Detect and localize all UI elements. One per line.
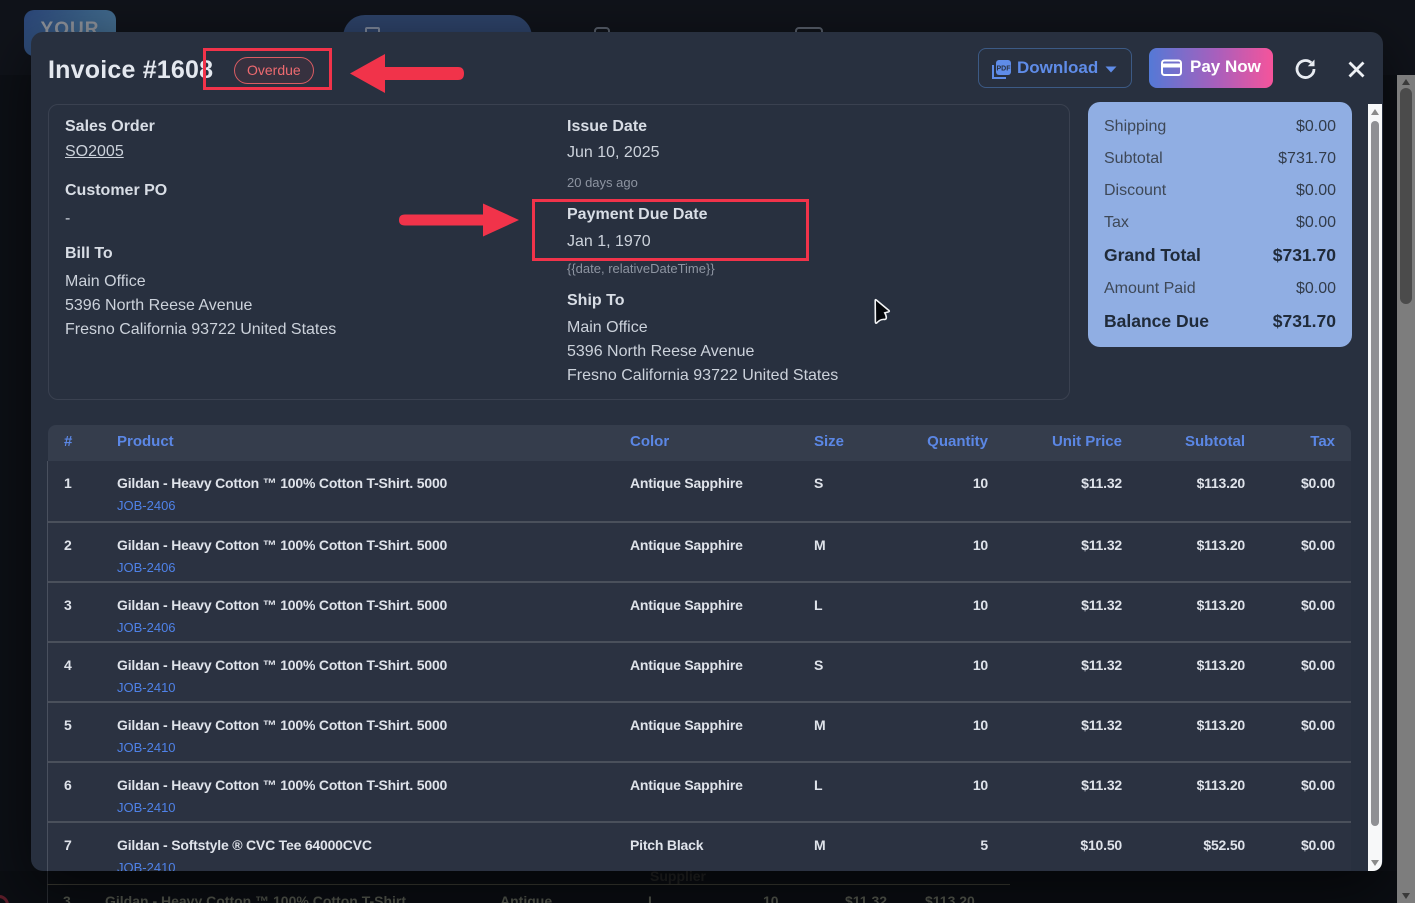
svg-text:PDF: PDF — [997, 66, 1012, 73]
